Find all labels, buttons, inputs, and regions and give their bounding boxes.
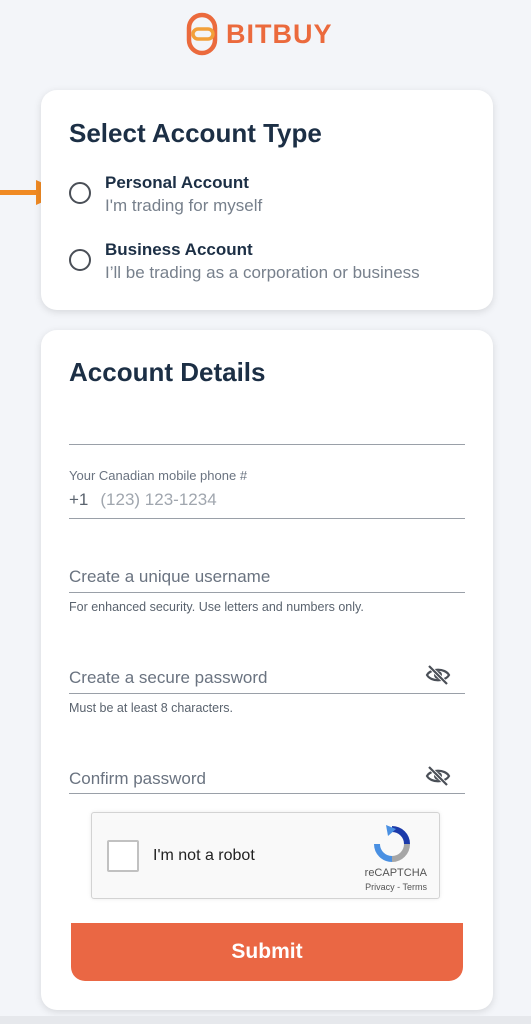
confirm-password-input[interactable] <box>69 769 409 789</box>
password-field <box>69 656 465 694</box>
recaptcha-label: I'm not a robot <box>153 847 255 864</box>
eye-slash-icon[interactable] <box>425 664 451 686</box>
eye-slash-icon[interactable] <box>425 765 451 787</box>
personal-account-radio[interactable] <box>69 182 91 204</box>
blank-input-field[interactable] <box>69 390 465 445</box>
username-field <box>69 555 465 593</box>
business-account-description: I’ll be trading as a corporation or busi… <box>105 263 420 282</box>
recaptcha-checkbox[interactable] <box>107 840 139 872</box>
recaptcha-terms-link[interactable]: Terms <box>403 882 428 892</box>
recaptcha-privacy-link[interactable]: Privacy <box>365 882 395 892</box>
account-details-card: Account Details Your Canadian mobile pho… <box>41 330 493 1010</box>
business-account-option[interactable]: Business Account I’ll be trading as a co… <box>69 239 420 285</box>
phone-field: Your Canadian mobile phone # +1 <box>69 458 465 519</box>
personal-account-option[interactable]: Personal Account I'm trading for myself <box>69 172 262 218</box>
bitbuy-logo: BITBUY <box>186 12 333 56</box>
account-details-title: Account Details <box>69 357 266 387</box>
recaptcha-link-separator: - <box>394 882 403 892</box>
blank-input[interactable] <box>69 412 409 432</box>
personal-account-label: Personal Account <box>105 173 249 192</box>
account-type-card: Select Account Type Personal Account I'm… <box>41 90 493 310</box>
username-input[interactable] <box>69 567 409 587</box>
recaptcha-logo-icon <box>374 825 410 862</box>
password-helper: Must be at least 8 characters. <box>69 701 233 715</box>
username-helper: For enhanced security. Use letters and n… <box>69 600 364 614</box>
recaptcha-brand: reCAPTCHA <box>364 867 427 879</box>
account-type-title: Select Account Type <box>69 118 322 148</box>
password-input[interactable] <box>69 668 409 688</box>
submit-button[interactable]: Submit <box>71 923 463 981</box>
confirm-password-field <box>69 757 465 794</box>
phone-country-code: +1 <box>69 490 89 509</box>
business-account-radio[interactable] <box>69 249 91 271</box>
personal-account-description: I'm trading for myself <box>105 196 263 215</box>
phone-label: Your Canadian mobile phone # <box>69 468 248 483</box>
brand-name: BITBUY <box>226 18 333 49</box>
bottom-edge <box>0 1016 531 1024</box>
phone-input[interactable] <box>100 490 401 510</box>
business-account-label: Business Account <box>105 240 253 259</box>
bitbuy-logo-icon <box>186 12 218 56</box>
recaptcha-links: Privacy - Terms <box>307 882 427 892</box>
recaptcha-widget: I'm not a robot reCAPTCHA Privacy - Term… <box>91 812 440 899</box>
